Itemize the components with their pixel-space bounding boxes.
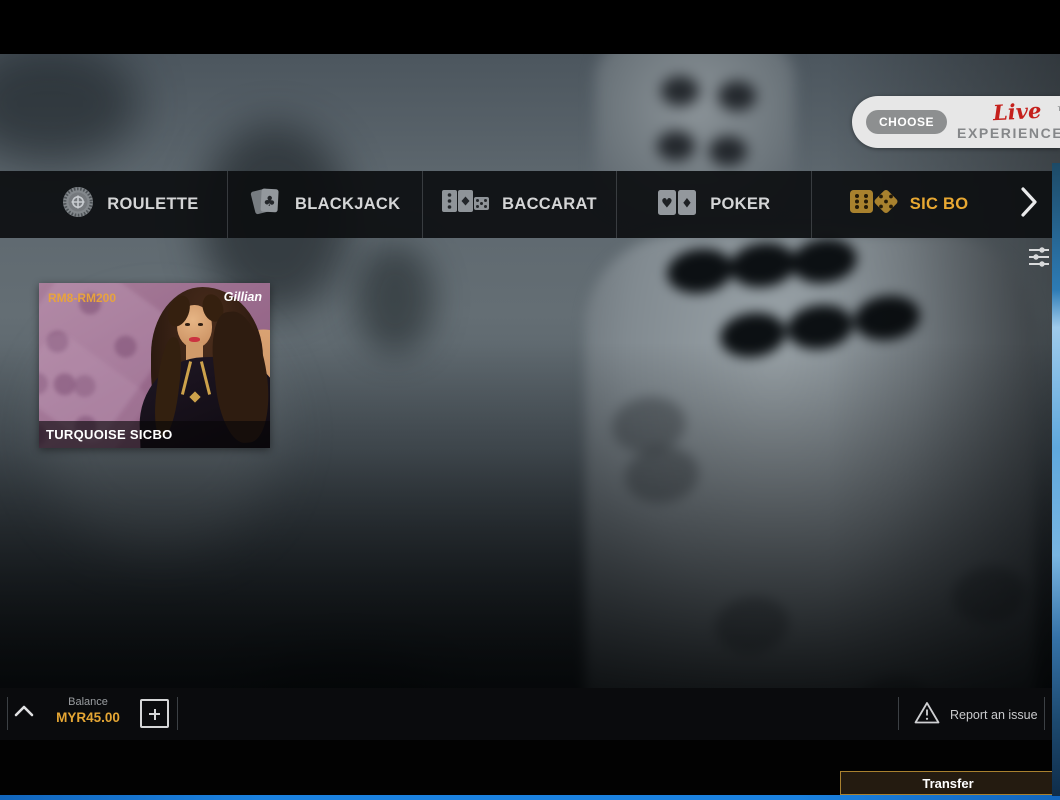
nav-item-blackjack[interactable]: ♣ BLACKJACK: [227, 171, 422, 238]
balance-display: Balance MYR45.00: [40, 696, 136, 725]
cards-and-die-icon: [442, 188, 490, 221]
divider: [7, 697, 8, 730]
nav-item-label: BLACKJACK: [295, 195, 400, 214]
top-black-bar: [0, 0, 1060, 54]
chevron-right-icon: [1019, 185, 1039, 224]
warning-triangle-icon: [914, 701, 940, 729]
roulette-wheel-icon: [61, 185, 95, 224]
nav-item-baccarat[interactable]: BACCARAT: [422, 171, 617, 238]
tune-icon: [1028, 255, 1050, 272]
nav-item-roulette[interactable]: ROULETTE: [33, 171, 227, 238]
nav-item-label: POKER: [710, 195, 770, 214]
dealer-name-label: Gillian: [224, 290, 262, 304]
svg-text:♣: ♣: [263, 194, 276, 211]
live-experience-badge: CHOOSE Live EXPERIENCE TM: [852, 96, 1060, 148]
dealer-lips: [189, 337, 200, 342]
report-issue-button[interactable]: Report an issue: [914, 701, 1038, 729]
cards-heart-diamond-icon: ♥ ♦: [658, 188, 698, 222]
live-casino-lobby-screen: CHOOSE Live EXPERIENCE TM ROULETTE: [0, 0, 1060, 800]
desktop-right-edge: [1052, 163, 1060, 796]
brand-script-text: Live: [992, 98, 1042, 125]
balance-label: Balance: [40, 696, 136, 708]
plus-icon: [154, 709, 156, 720]
transfer-button[interactable]: Transfer: [840, 771, 1056, 795]
divider: [1044, 697, 1045, 730]
playing-cards-club-icon: ♣: [249, 186, 283, 223]
divider: [177, 697, 178, 730]
dealer-eye: [198, 323, 203, 326]
chevron-up-icon: [14, 704, 34, 721]
domino-pip: [110, 331, 141, 362]
nav-item-label: SIC BO: [910, 195, 969, 214]
footer-bar: Balance MYR45.00 Report an issue: [0, 688, 1052, 740]
nav-item-label: ROULETTE: [107, 195, 198, 214]
game-title-label: TURQUOISE SICBO: [39, 421, 270, 448]
nav-item-poker[interactable]: ♥ ♦ POKER: [616, 171, 811, 238]
balance-value: MYR45.00: [40, 710, 136, 725]
svg-text:♥: ♥: [661, 196, 673, 211]
nav-item-sicbo[interactable]: SIC BO: [811, 171, 1006, 238]
add-funds-button[interactable]: [140, 699, 169, 728]
choose-button[interactable]: CHOOSE: [866, 110, 947, 134]
table-filter-button[interactable]: [1028, 246, 1050, 268]
svg-text:♦: ♦: [681, 196, 693, 211]
report-issue-label: Report an issue: [950, 708, 1038, 722]
brand-caps-text: EXPERIENCE: [957, 125, 1060, 141]
divider: [898, 697, 899, 730]
bet-range-label: RM8-RM200: [48, 291, 116, 305]
game-card-turquoise-sicbo[interactable]: RM8-RM200 Gillian TURQUOISE SICBO: [39, 283, 270, 448]
live-experience-logo: Live EXPERIENCE TM: [957, 99, 1060, 145]
desktop-bottom-edge: [0, 795, 1060, 800]
nav-scroll-right-button[interactable]: [1006, 171, 1052, 238]
dealer-eye: [185, 323, 190, 326]
nav-item-label: BACCARAT: [502, 195, 597, 214]
collapse-footer-button[interactable]: [14, 704, 34, 722]
game-category-nav: ROULETTE ♣ BLACKJACK: [0, 171, 1052, 238]
dice-pair-icon: [850, 187, 898, 222]
domino-pip: [49, 369, 80, 400]
